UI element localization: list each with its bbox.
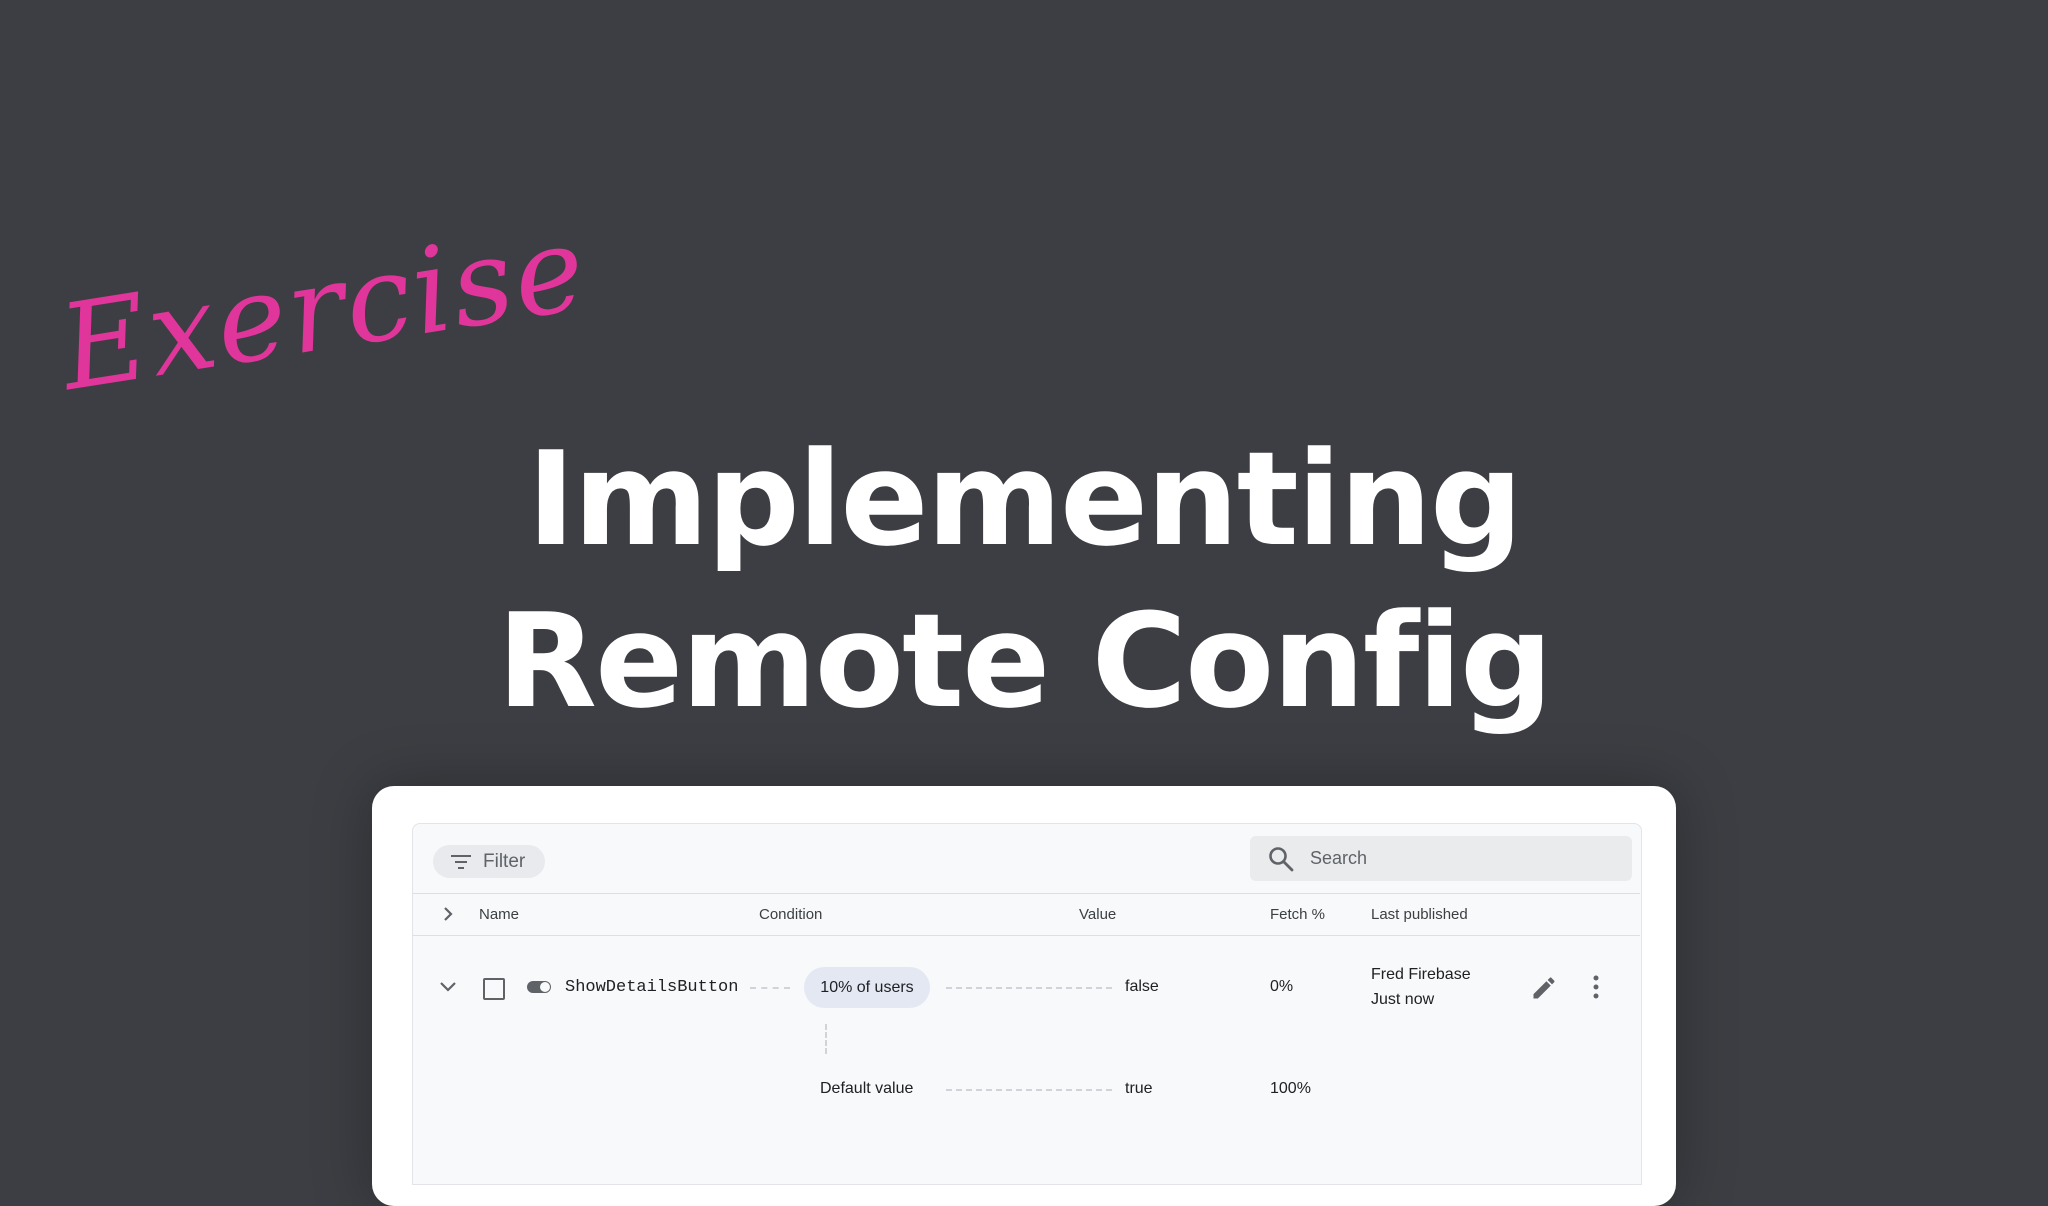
title-line-1: Implementing — [526, 423, 1523, 575]
chevron-down-icon[interactable] — [438, 980, 458, 994]
chevron-right-icon[interactable] — [440, 905, 456, 923]
row-value: false — [1125, 978, 1159, 995]
header-condition[interactable]: Condition — [759, 906, 822, 923]
toggle-icon — [527, 981, 551, 993]
filter-icon — [451, 854, 471, 869]
edit-pencil-icon[interactable] — [1530, 974, 1558, 1002]
publisher-name: Fred Firebase — [1371, 966, 1471, 983]
condition-label: 10% of users — [820, 978, 914, 996]
header-value[interactable]: Value — [1079, 906, 1116, 923]
search-input[interactable]: Search — [1250, 836, 1632, 881]
row-checkbox[interactable] — [483, 978, 505, 1000]
header-fetch[interactable]: Fetch % — [1270, 906, 1325, 923]
filter-button[interactable]: Filter — [433, 845, 545, 878]
connector-line-vertical — [825, 1024, 827, 1054]
default-value: true — [1125, 1080, 1153, 1097]
filter-label: Filter — [483, 850, 526, 872]
divider — [413, 935, 1640, 936]
exercise-label: Exercise — [51, 198, 596, 418]
header-name[interactable]: Name — [479, 906, 519, 923]
parameter-name[interactable]: ShowDetailsButton — [565, 978, 738, 997]
more-vert-icon[interactable] — [1590, 974, 1602, 1000]
condition-chip[interactable]: 10% of users — [804, 967, 930, 1008]
divider — [413, 893, 1640, 894]
default-value-label: Default value — [820, 1080, 914, 1097]
default-fetch: 100% — [1270, 1080, 1311, 1097]
search-icon — [1268, 846, 1294, 872]
search-placeholder: Search — [1310, 848, 1368, 868]
connector-line — [946, 1089, 1112, 1091]
connector-line — [946, 987, 1112, 989]
header-last-published[interactable]: Last published — [1371, 906, 1468, 923]
title-line-2: Remote Config — [496, 585, 1553, 737]
published-time: Just now — [1371, 991, 1435, 1008]
connector-line — [750, 987, 790, 989]
row-fetch: 0% — [1270, 978, 1294, 995]
